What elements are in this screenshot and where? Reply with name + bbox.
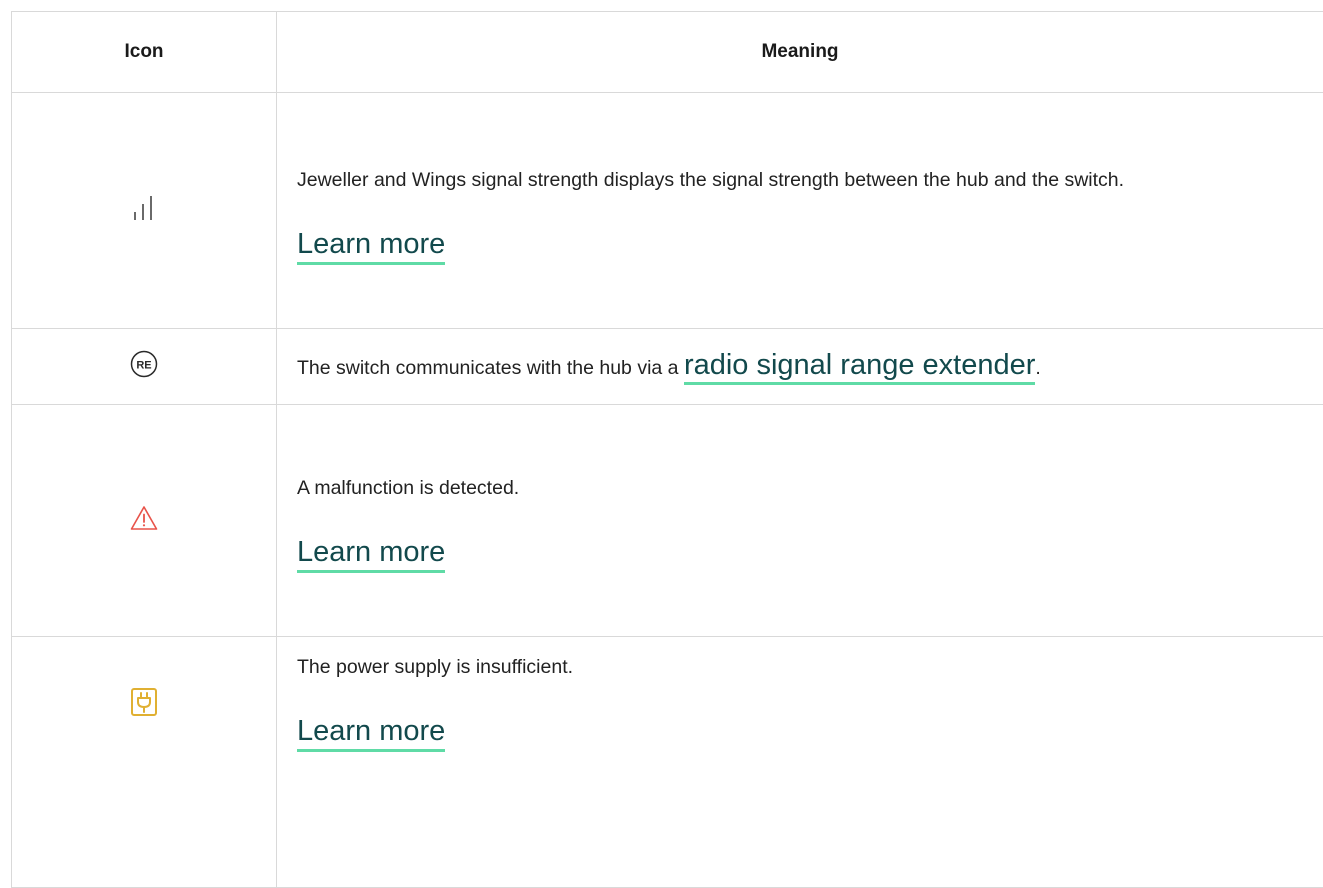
signal-strength-icon bbox=[132, 195, 156, 221]
icon-cell bbox=[12, 405, 277, 637]
learn-more-link[interactable]: Learn more bbox=[297, 535, 445, 573]
meaning-text: Jeweller and Wings signal strength displ… bbox=[297, 164, 1323, 197]
learn-more-link[interactable]: Learn more bbox=[297, 714, 445, 752]
table-row: Jeweller and Wings signal strength displ… bbox=[12, 93, 1323, 329]
table-row: The power supply is insufficient. Learn … bbox=[12, 637, 1323, 888]
warning-triangle-icon bbox=[130, 505, 158, 531]
icon-legend-table: Icon Meaning Jeweller and Wings signal s… bbox=[11, 11, 1323, 888]
icon-cell: RE bbox=[12, 329, 277, 405]
icon-cell bbox=[12, 637, 277, 888]
table-header-row: Icon Meaning bbox=[12, 12, 1323, 93]
icon-cell bbox=[12, 93, 277, 329]
column-header-icon: Icon bbox=[12, 12, 277, 93]
meaning-text: A malfunction is detected. bbox=[297, 472, 1323, 505]
range-extender-link[interactable]: radio signal range extender bbox=[684, 349, 1035, 385]
meaning-cell: The switch communicates with the hub via… bbox=[277, 329, 1323, 405]
meaning-cell: The power supply is insufficient. Learn … bbox=[277, 637, 1323, 888]
meaning-text: The power supply is insufficient. bbox=[297, 651, 1323, 684]
meaning-text: The switch communicates with the hub via… bbox=[297, 357, 684, 379]
table-row: RE The switch communicates with the hub … bbox=[12, 329, 1323, 405]
table-row: A malfunction is detected. Learn more bbox=[12, 405, 1323, 637]
range-extender-icon: RE bbox=[130, 350, 158, 378]
meaning-cell: Jeweller and Wings signal strength displ… bbox=[277, 93, 1323, 329]
range-extender-icon-label: RE bbox=[136, 360, 151, 372]
column-header-meaning: Meaning bbox=[277, 12, 1323, 93]
meaning-cell: A malfunction is detected. Learn more bbox=[277, 405, 1323, 637]
power-plug-icon bbox=[130, 687, 158, 717]
learn-more-link[interactable]: Learn more bbox=[297, 227, 445, 265]
meaning-text-end: . bbox=[1035, 357, 1040, 379]
